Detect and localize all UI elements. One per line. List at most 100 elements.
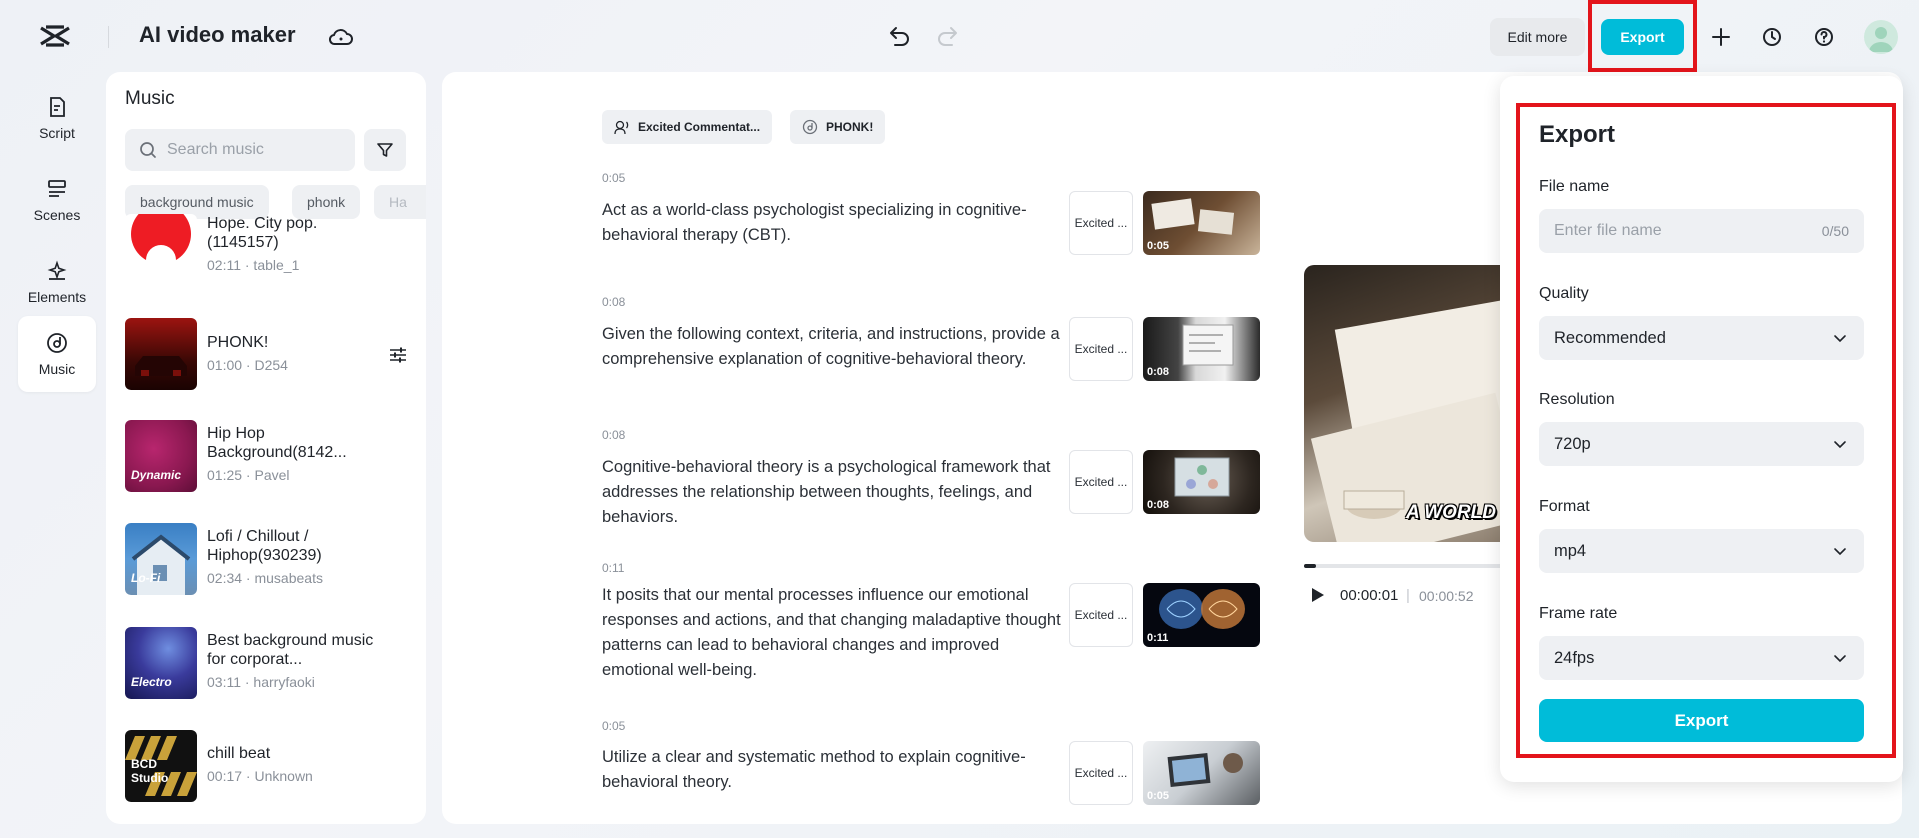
format-select[interactable]: mp4 xyxy=(1539,529,1864,573)
script-icon xyxy=(50,97,65,117)
avatar[interactable] xyxy=(1864,20,1898,54)
segment-thumbnail[interactable]: 0:05 xyxy=(1143,191,1260,255)
total-time: 00:00:52 xyxy=(1419,588,1474,604)
track-meta: 01:00 · D254 xyxy=(207,357,288,373)
voice-icon xyxy=(614,120,629,135)
cloud-icon[interactable] xyxy=(328,26,354,48)
quality-select[interactable]: Recommended xyxy=(1539,316,1864,360)
frame-rate-select[interactable]: 24fps xyxy=(1539,636,1864,680)
thumb-label: Dynamic xyxy=(131,468,182,482)
voice-chip-label: Excited Commentat... xyxy=(638,120,761,134)
segment-duration: 0:05 xyxy=(1147,790,1170,802)
redo-icon[interactable] xyxy=(935,24,961,50)
adjust-icon[interactable] xyxy=(387,344,409,366)
chip-ha[interactable]: Ha xyxy=(374,185,426,219)
segment-text[interactable]: Utilize a clear and systematic method to… xyxy=(602,745,1062,795)
search-box[interactable] xyxy=(125,129,355,171)
list-item[interactable]: Electro Best background music for corpor… xyxy=(125,627,415,701)
track-meta: 02:34 · musabeats xyxy=(207,570,323,586)
preview-caption: A WORLD xyxy=(1405,502,1496,523)
play-icon[interactable] xyxy=(1310,586,1326,604)
undo-icon[interactable] xyxy=(886,24,912,50)
history-icon[interactable] xyxy=(1759,24,1785,50)
file-name-input[interactable] xyxy=(1554,222,1794,240)
segment-duration: 0:05 xyxy=(1147,240,1170,252)
track-thumbnail: Electro xyxy=(125,627,197,699)
quality-label: Quality xyxy=(1539,285,1589,302)
export-confirm-button[interactable]: Export xyxy=(1539,699,1864,742)
filter-button[interactable] xyxy=(364,129,406,171)
track-thumbnail: Lo-Fi xyxy=(125,523,197,595)
chevron-down-icon xyxy=(1834,655,1846,663)
segment-voice-button[interactable]: Excited ... xyxy=(1069,317,1133,381)
segment-thumbnail[interactable]: 0:11 xyxy=(1143,583,1260,647)
frame-rate-label: Frame rate xyxy=(1539,605,1618,622)
page-title: AI video maker xyxy=(139,22,296,47)
nav-item-music[interactable]: Music xyxy=(18,316,96,392)
resolution-label: Resolution xyxy=(1539,391,1615,408)
thumb-label: Lo-Fi xyxy=(131,571,161,585)
list-item[interactable]: Lo-Fi Lofi / Chillout / Hiphop(930239) 0… xyxy=(125,523,415,597)
voice-chip[interactable]: Excited Commentat... xyxy=(602,110,773,144)
progress-bar[interactable] xyxy=(1304,564,1504,568)
time-separator: | xyxy=(1406,587,1410,604)
nav-label: Script xyxy=(39,125,75,141)
capcut-logo-icon[interactable] xyxy=(38,22,72,52)
segment-time: 0:11 xyxy=(602,561,625,575)
track-meta: 03:11 · harryfaoki xyxy=(207,674,315,690)
file-name-field[interactable]: 0/50 xyxy=(1539,209,1864,253)
segment-thumbnail[interactable]: 0:05 xyxy=(1143,741,1260,805)
divider xyxy=(108,26,109,48)
music-icon xyxy=(802,119,818,135)
search-icon xyxy=(140,142,156,158)
resolution-select[interactable]: 720p xyxy=(1539,422,1864,466)
nav-label: Elements xyxy=(27,289,87,305)
format-label: Format xyxy=(1539,498,1590,515)
nav-item-script[interactable]: Script xyxy=(18,80,96,156)
segment-duration: 0:11 xyxy=(1147,632,1169,644)
segment-text[interactable]: Given the following context, criteria, a… xyxy=(602,322,1062,372)
progress-fill xyxy=(1304,564,1316,568)
help-icon[interactable] xyxy=(1811,24,1837,50)
segment-thumbnail[interactable]: 0:08 xyxy=(1143,450,1260,514)
video-preview[interactable]: A WORLD xyxy=(1304,265,1504,542)
music-panel-title: Music xyxy=(125,88,175,109)
char-counter: 0/50 xyxy=(1821,223,1849,239)
elements-icon xyxy=(47,260,67,280)
segment-text[interactable]: It posits that our mental processes infl… xyxy=(602,583,1062,683)
nav-item-elements[interactable]: Elements xyxy=(18,244,96,320)
segment-time: 0:05 xyxy=(602,171,626,185)
track-name: Best background music for corporat... xyxy=(207,632,374,668)
track-name: PHONK! xyxy=(207,334,269,351)
plus-icon[interactable] xyxy=(1708,24,1734,50)
list-item[interactable]: BCD Studio chill beat 00:17 · Unknown xyxy=(125,730,415,804)
chevron-down-icon xyxy=(1834,441,1846,449)
segment-voice-button[interactable]: Excited ... xyxy=(1069,450,1133,514)
highlight-box xyxy=(1588,0,1697,72)
music-icon xyxy=(47,333,67,353)
scenes-icon xyxy=(48,180,66,197)
list-item[interactable]: Dynamic Hip Hop Background(8142... 01:25… xyxy=(125,420,415,494)
music-chip[interactable]: PHONK! xyxy=(790,110,886,144)
chevron-down-icon xyxy=(1834,548,1846,556)
music-panel: Music background music phonk Ha Hope. Ci… xyxy=(106,72,426,824)
frame-rate-value: 24fps xyxy=(1554,648,1595,667)
segment-text[interactable]: Act as a world-class psychologist specia… xyxy=(602,198,1062,248)
quality-value: Recommended xyxy=(1554,328,1666,347)
resolution-value: 720p xyxy=(1554,434,1591,453)
segment-voice-button[interactable]: Excited ... xyxy=(1069,583,1133,647)
nav-item-scenes[interactable]: Scenes xyxy=(18,162,96,238)
edit-more-button[interactable]: Edit more xyxy=(1490,18,1585,56)
search-input[interactable] xyxy=(167,141,347,159)
top-bar: AI video maker Edit more Export xyxy=(0,0,1919,74)
nav-label: Music xyxy=(38,361,76,377)
list-item[interactable]: Hope. City pop. (1145157) 02:11 · table_… xyxy=(125,214,415,286)
segment-voice-button[interactable]: Excited ... xyxy=(1069,741,1133,805)
list-item[interactable]: PHONK! 01:00 · D254 xyxy=(125,318,415,392)
track-thumbnail: Dynamic xyxy=(125,420,197,492)
track-name: chill beat xyxy=(207,745,271,762)
segment-voice-button[interactable]: Excited ... xyxy=(1069,191,1133,255)
segment-thumbnail[interactable]: 0:08 xyxy=(1143,317,1260,381)
thumb-label: Electro xyxy=(131,675,172,689)
segment-text[interactable]: Cognitive-behavioral theory is a psychol… xyxy=(602,455,1062,530)
